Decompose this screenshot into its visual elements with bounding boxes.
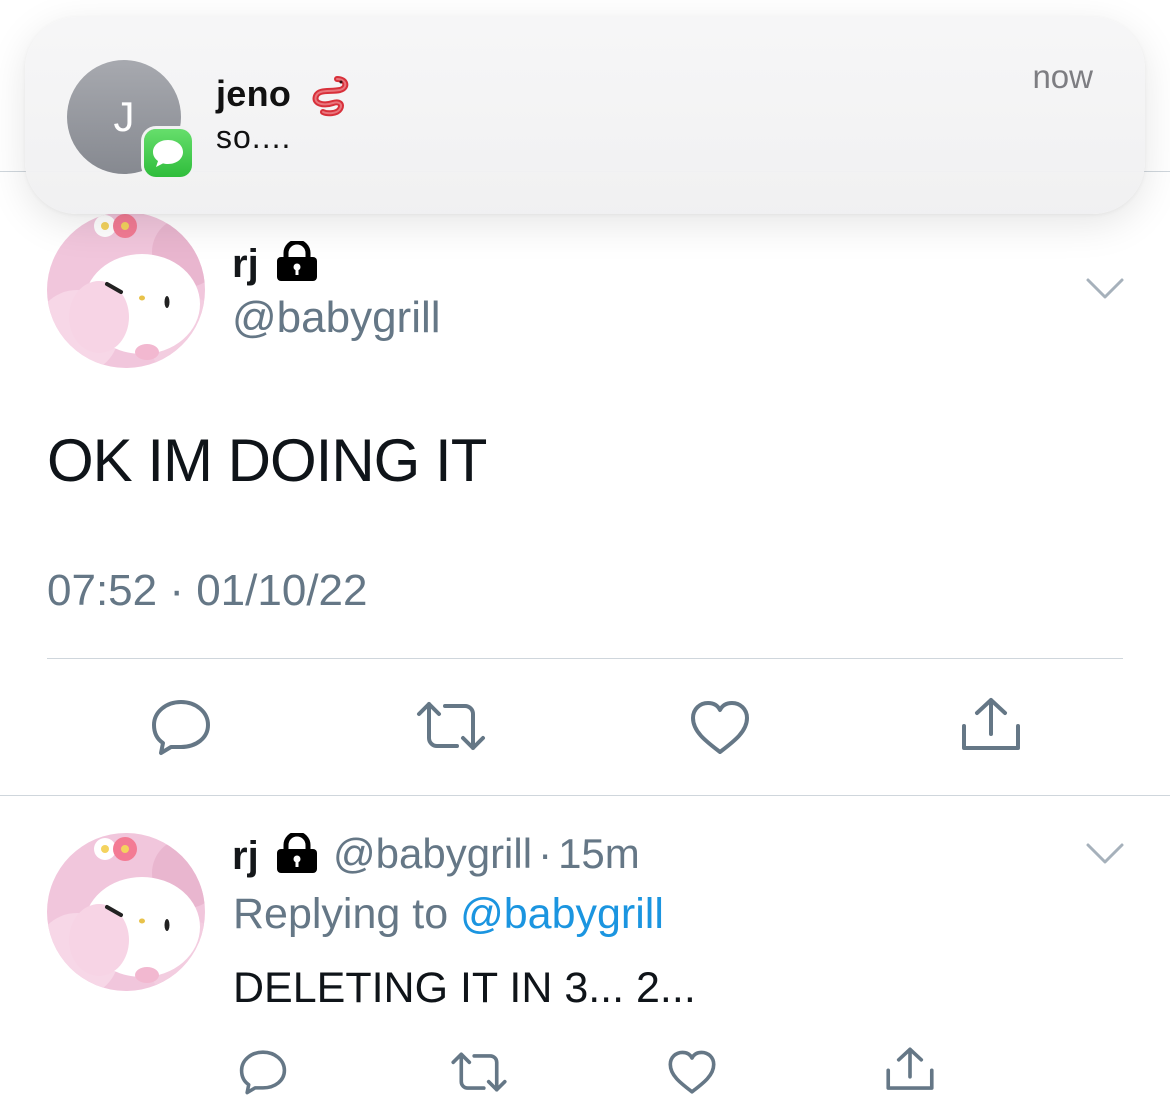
like-icon[interactable] bbox=[667, 1050, 717, 1100]
messages-icon bbox=[144, 129, 192, 177]
tweet-text: OK IM DOING IT bbox=[47, 427, 487, 494]
notification-message: so.... bbox=[216, 119, 292, 155]
tweet-divider bbox=[0, 795, 1170, 796]
meta-separator: · bbox=[538, 830, 553, 877]
profile-avatar[interactable] bbox=[47, 212, 205, 368]
replying-handle-link[interactable]: @babygrill bbox=[460, 890, 664, 938]
reply-text: DELETING IT IN 3... 2... bbox=[233, 964, 696, 1012]
replying-prefix: Replying to bbox=[233, 890, 449, 938]
lock-icon bbox=[275, 239, 319, 286]
display-name[interactable]: rj bbox=[232, 242, 259, 287]
handle[interactable]: @babygrill bbox=[232, 293, 441, 343]
reply-handle[interactable]: @babygrill bbox=[333, 830, 532, 877]
reply-avatar[interactable] bbox=[47, 833, 205, 991]
timestamp-divider bbox=[47, 658, 1123, 659]
notification-time: now bbox=[1032, 58, 1093, 95]
lock-icon bbox=[275, 831, 319, 878]
share-icon[interactable] bbox=[885, 1046, 935, 1098]
retweet-icon[interactable] bbox=[415, 700, 487, 757]
message-notification[interactable]: J jeno so.... now bbox=[25, 17, 1145, 214]
tweet-timestamp[interactable]: 07:52 · 01/10/22 bbox=[47, 566, 367, 616]
like-icon[interactable] bbox=[689, 700, 751, 761]
reply-age[interactable]: 15m bbox=[558, 830, 640, 877]
chevron-down-icon[interactable] bbox=[1085, 276, 1125, 307]
reply-icon[interactable] bbox=[238, 1049, 288, 1100]
reply-meta: @babygrill · 15m bbox=[333, 830, 640, 878]
reply-display-name[interactable]: rj bbox=[232, 834, 259, 879]
reply-icon[interactable] bbox=[150, 698, 212, 761]
retweet-icon[interactable] bbox=[450, 1051, 508, 1098]
chevron-down-icon[interactable] bbox=[1085, 841, 1125, 872]
worm-emoji bbox=[307, 73, 353, 124]
replying-to: Replying to @babygrill bbox=[233, 890, 664, 939]
share-icon[interactable] bbox=[960, 696, 1022, 759]
notification-sender: jeno bbox=[216, 73, 292, 114]
